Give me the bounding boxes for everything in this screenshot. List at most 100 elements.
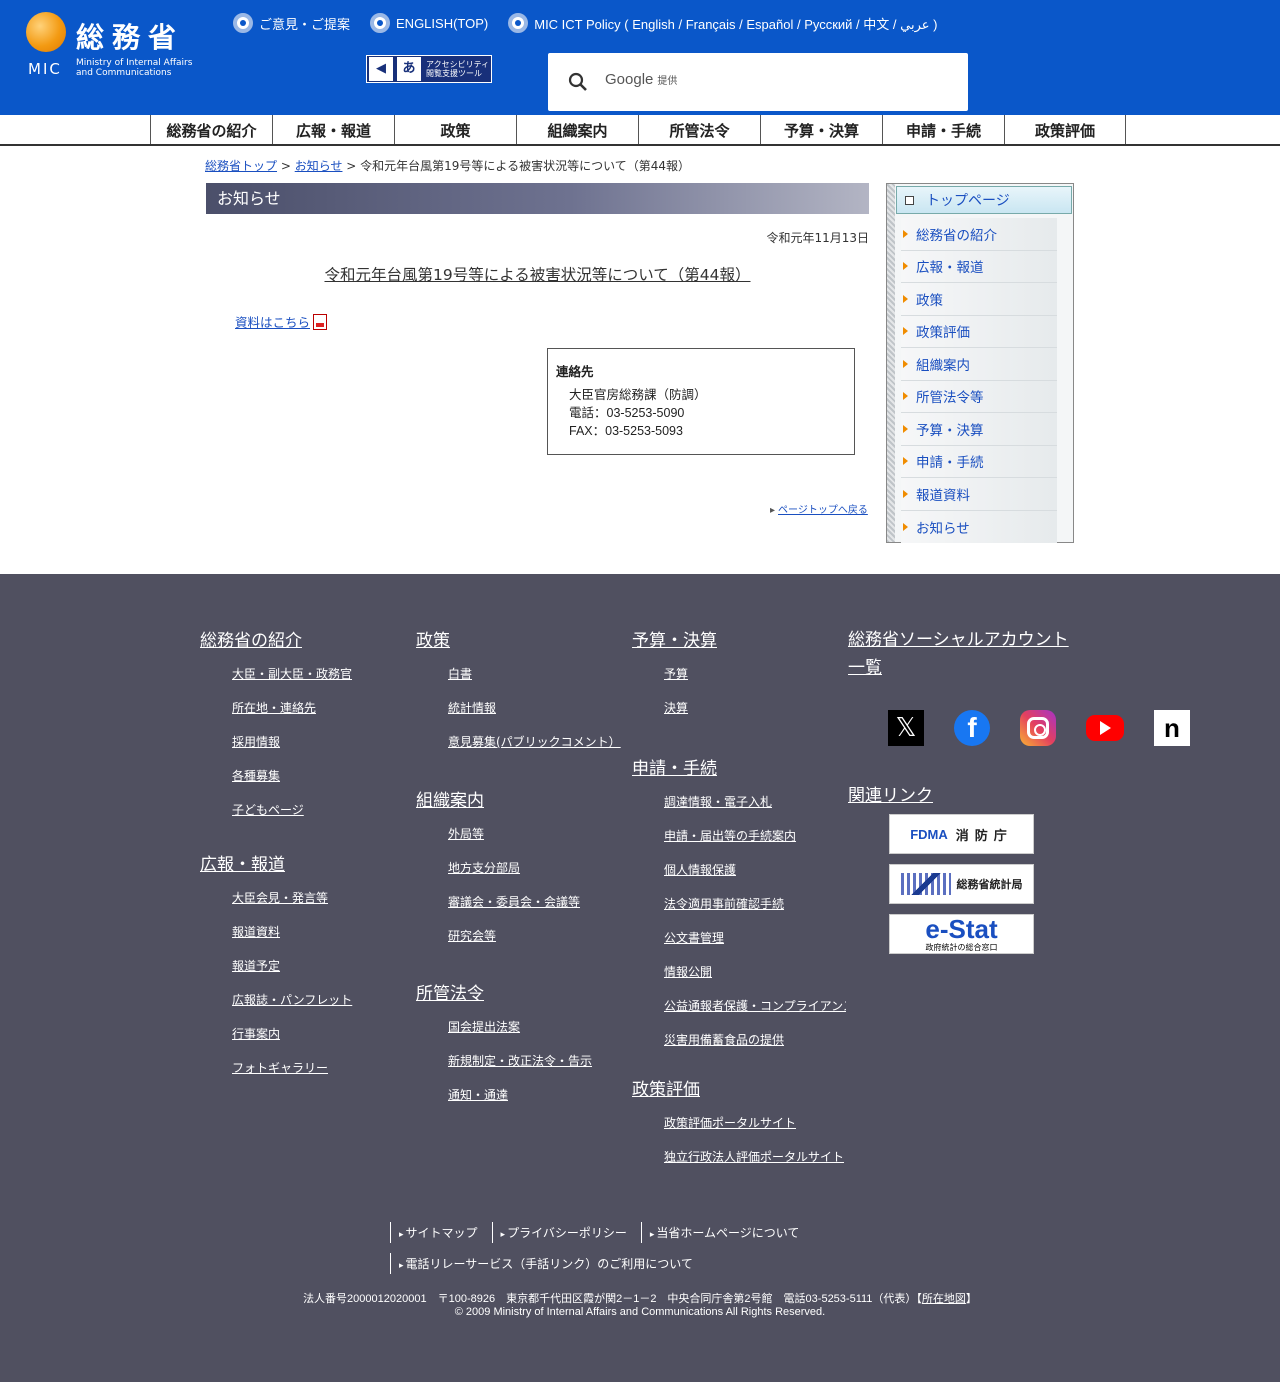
statistics-bureau-banner[interactable]: 総務省統計局 [889,864,1034,904]
related-links-heading[interactable]: 関連リンク [848,781,933,806]
footer-link[interactable]: 大臣会見・発言等 [232,889,352,906]
footer-heading[interactable]: 予算・決算 [632,626,717,651]
contact-box: 連絡先 大臣官房総務課（防調） 電話：03-5253-5090 FAX：03-5… [547,348,855,455]
footer-link[interactable]: 採用情報 [232,733,352,750]
footer-link[interactable]: 政策評価ポータルサイト [664,1114,844,1131]
sidebar-item-news[interactable]: お知らせ [901,510,1057,543]
footer-link[interactable]: 公文書管理 [664,929,846,946]
header-link-english[interactable]: ENGLISH(TOP) [370,13,488,33]
footer-link[interactable]: 子どもページ [232,801,352,818]
section-heading: お知らせ [206,183,869,214]
logo-mic: MIC [28,60,62,78]
x-icon[interactable]: 𝕏 [888,710,924,746]
footer-link[interactable]: 意見募集(パブリックコメント） [448,733,621,750]
footer-link[interactable]: 行事案内 [232,1025,352,1042]
sidebar-item-budget[interactable]: 予算・決算 [901,413,1057,446]
footer-col-budget: 予算・決算 予算 決算 [632,626,717,716]
search-input[interactable]: Google 提供 [548,53,968,111]
footer-link[interactable]: 情報公開 [664,963,846,980]
sidebar-item-applications[interactable]: 申請・手続 [901,445,1057,478]
footer-link[interactable]: 国会提出法案 [448,1018,592,1035]
footer-link[interactable]: 所在地・連絡先 [232,699,352,716]
about-site-link[interactable]: 当省ホームページについて [640,1222,814,1243]
site-header: 総務省 MIC Ministry of Internal Affairs and… [0,0,1280,115]
header-link-feedback[interactable]: ご意見・ご提案 [233,13,350,33]
nav-item-press[interactable]: 広報・報道 [272,115,394,144]
page-top-link[interactable]: ページトップへ戻る [770,501,868,516]
footer-heading[interactable]: 所管法令 [416,979,592,1004]
nav-item-organization[interactable]: 組織案内 [516,115,638,144]
footer-link[interactable]: 予算 [664,665,717,682]
footer-link[interactable]: 決算 [664,699,717,716]
footer-link[interactable]: 新規制定・改正法令・告示 [448,1052,592,1069]
footer-link[interactable]: 調達情報・電子入札 [664,793,846,810]
nav-item-about[interactable]: 総務省の紹介 [150,115,272,144]
site-footer: 総務省の紹介 大臣・副大臣・政務官 所在地・連絡先 採用情報 各種募集 子どもペ… [0,574,1280,1382]
estat-banner[interactable]: e-Stat 政府統計の総合窓口 [889,914,1034,954]
footer-heading[interactable]: 申請・手続 [632,754,846,779]
footer-heading[interactable]: 総務省の紹介 [200,626,352,651]
footer-heading[interactable]: 政策 [416,626,621,651]
fdma-banner[interactable]: FDMA 消防庁 [889,814,1034,854]
social-accounts-heading[interactable]: 総務省ソーシャルアカウント一覧 [848,626,1070,682]
sidebar-item-top[interactable]: トップページ [896,186,1072,214]
footer-heading[interactable]: 組織案内 [416,786,580,811]
breadcrumb-home[interactable]: 総務省トップ [205,159,277,173]
sidebar-item-press-releases[interactable]: 報道資料 [901,478,1057,511]
hiragana-a-icon: あ [397,57,421,81]
footer-link[interactable]: 各種募集 [232,767,352,784]
accessibility-tool-button[interactable]: ◀ あ アクセシビリティ 閲覧支援ツール [366,55,492,83]
footer-link[interactable]: 申請・届出等の手続案内 [664,827,846,844]
nav-item-budget[interactable]: 予算・決算 [760,115,882,144]
footer-heading[interactable]: 政策評価 [632,1075,844,1100]
note-icon[interactable]: n [1154,710,1190,746]
footer-link[interactable]: フォトギャラリー [232,1059,352,1076]
logo-subtitle: Ministry of Internal Affairs and Communi… [76,58,193,78]
logo-emblem-icon [26,12,66,52]
footer-link[interactable]: 通知・通達 [448,1086,592,1103]
youtube-icon[interactable] [1086,715,1124,741]
square-bullet-icon [905,195,914,205]
footer-link[interactable]: 個人情報保護 [664,861,846,878]
sidebar-item-laws[interactable]: 所管法令等 [901,380,1057,413]
footer-link[interactable]: 地方支分部局 [448,859,580,876]
footer-link[interactable]: 広報誌・パンフレット [232,991,352,1008]
header-link-ict-policy[interactable]: MIC ICT Policy ( English / Français / Es… [508,13,937,33]
footer-link[interactable]: 外局等 [448,825,580,842]
footer-link[interactable]: 研究会等 [448,927,580,944]
instagram-icon[interactable] [1020,710,1056,746]
footer-link[interactable]: 報道予定 [232,957,352,974]
nav-item-policy[interactable]: 政策 [394,115,516,144]
social-icons: 𝕏 f n [888,710,1190,746]
contact-fax: FAX：03-5253-5093 [569,424,683,438]
footer-heading[interactable]: 広報・報道 [200,850,352,875]
footer-bottom-links: サイトマップ プライバシーポリシー 当省ホームページについて [390,1222,813,1243]
sidebar-item-press[interactable]: 広報・報道 [901,250,1057,283]
breadcrumb: 総務省トップ > お知らせ > 令和元年台風第19号等による被害状況等について（… [205,159,690,173]
breadcrumb-news[interactable]: お知らせ [295,159,343,173]
nav-item-evaluation[interactable]: 政策評価 [1004,115,1126,144]
document-link[interactable]: 資料はこちら [235,312,328,331]
sidebar-item-organization[interactable]: 組織案内 [901,348,1057,381]
sitemap-link[interactable]: サイトマップ [390,1222,492,1243]
footer-link[interactable]: 審議会・委員会・会議等 [448,893,580,910]
footer-link[interactable]: 統計情報 [448,699,621,716]
sidebar-item-policy[interactable]: 政策 [901,283,1057,316]
footer-link[interactable]: 報道資料 [232,923,352,940]
footer-link[interactable]: 法令適用事前確認手続 [664,895,846,912]
radio-bullet-icon [370,13,391,33]
privacy-policy-link[interactable]: プライバシーポリシー [491,1222,641,1243]
facebook-icon[interactable]: f [954,710,990,746]
footer-link[interactable]: 災害用備蓄食品の提供 [664,1031,846,1048]
sidebar-item-evaluation[interactable]: 政策評価 [901,315,1057,348]
nav-item-applications[interactable]: 申請・手続 [882,115,1004,144]
footer-link[interactable]: 独立行政法人評価ポータルサイト [664,1148,844,1165]
sidebar-item-about[interactable]: 総務省の紹介 [901,218,1057,251]
footer-link[interactable]: 大臣・副大臣・政務官 [232,665,352,682]
location-map-link[interactable]: 所在地図 [922,1293,966,1305]
footer-link[interactable]: 公益通報者保護・コンプライアンス [664,997,846,1014]
relay-service-link[interactable]: 電話リレーサービス（手話リンク）のご利用について [390,1253,707,1274]
footer-link[interactable]: 白書 [448,665,621,682]
mic-logo[interactable]: 総務省 MIC Ministry of Internal Affairs and… [26,12,216,82]
nav-item-laws[interactable]: 所管法令 [638,115,760,144]
